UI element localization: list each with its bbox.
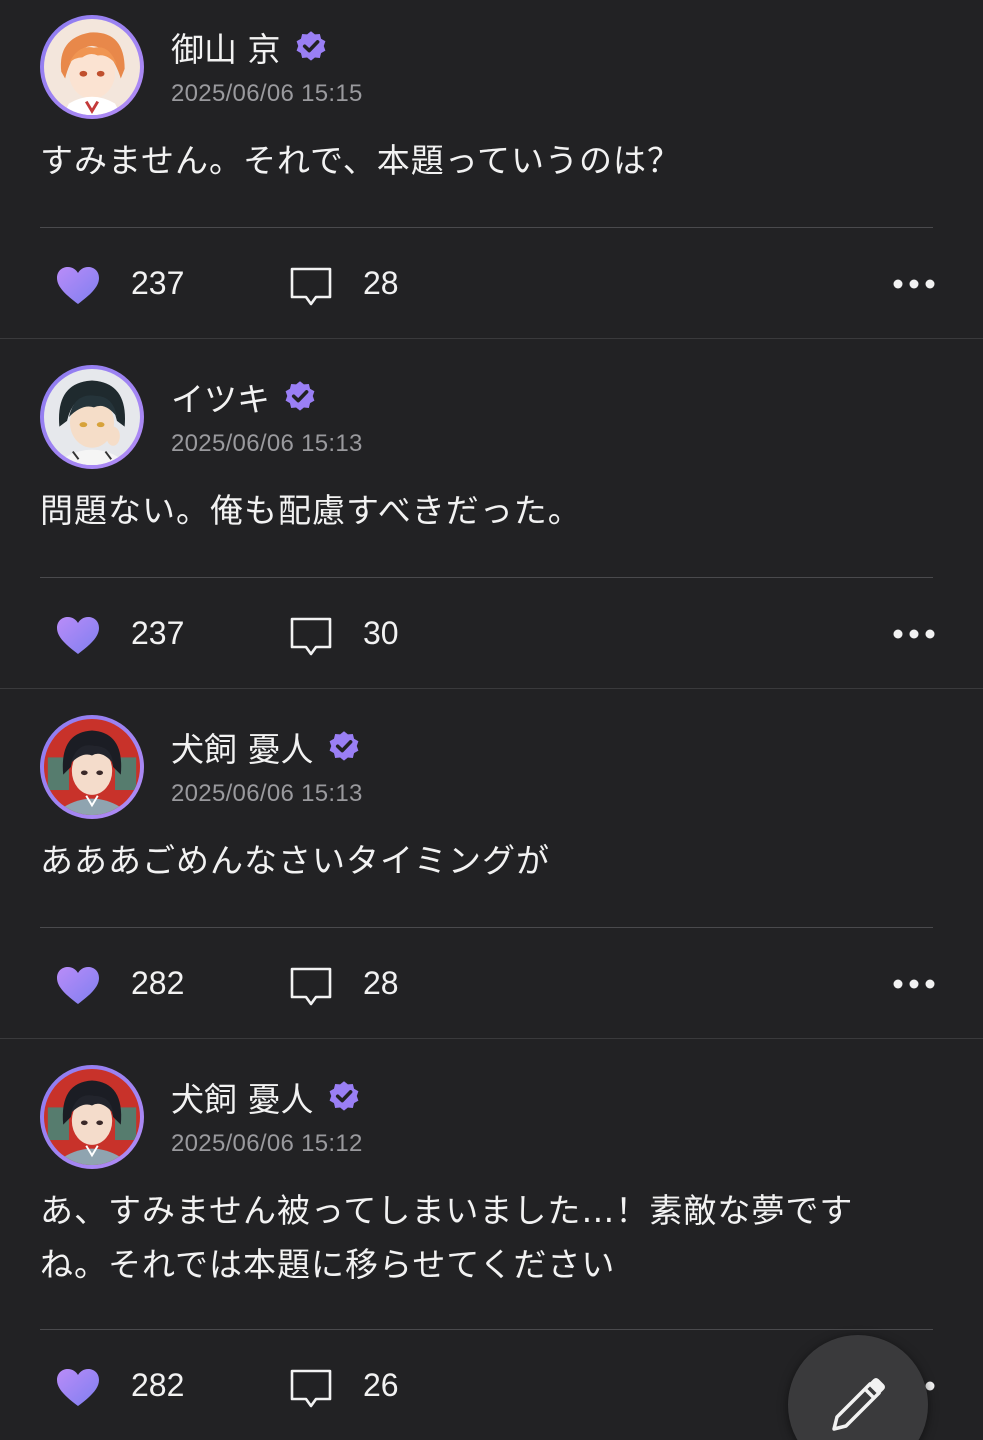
heart-icon[interactable]	[56, 616, 100, 656]
post-timestamp: 2025/06/06 15:13	[171, 780, 363, 807]
orange-hair-character-avatar-icon	[44, 19, 140, 115]
dark-hair-character-avatar-icon	[44, 369, 140, 465]
red-background-character-avatar-icon	[44, 719, 140, 815]
verified-badge-icon	[329, 1081, 358, 1111]
post-body: あああごめんなさいタイミングが	[40, 834, 940, 888]
comment-count: 30	[363, 615, 399, 651]
divider	[40, 927, 933, 928]
like-count: 282	[131, 1367, 185, 1403]
post-card: 御山 京 2025/06/06 15:15 すみません。それで、本題っていうのは…	[0, 0, 983, 339]
avatar[interactable]	[40, 15, 144, 119]
divider	[40, 227, 933, 228]
comment-icon[interactable]	[289, 1368, 333, 1410]
like-count: 282	[131, 965, 185, 1001]
post-body-line: あああごめんなさいタイミングが	[40, 841, 550, 880]
post-body-line: ね。それでは本題に移らせてください	[40, 1245, 616, 1284]
post-actions: 237 30	[0, 604, 983, 664]
author-name[interactable]: 犬飼 憂人	[171, 723, 314, 771]
post-card: イツキ 2025/06/06 15:13 問題ない。俺も配慮すべきだった。 23…	[0, 350, 983, 689]
avatar[interactable]	[40, 1065, 144, 1169]
verified-badge-icon	[329, 731, 358, 761]
post-body-line: すみません。それで、本題っていうのは？	[40, 141, 682, 180]
avatar[interactable]	[40, 365, 144, 469]
red-background-character-avatar-icon	[44, 1069, 140, 1165]
post-feed: 御山 京 2025/06/06 15:15 すみません。それで、本題っていうのは…	[0, 0, 983, 1440]
comment-icon[interactable]	[289, 966, 333, 1008]
author-name[interactable]: イツキ	[171, 373, 270, 421]
pencil-icon	[832, 1378, 885, 1431]
post-card: 犬飼 憂人 2025/06/06 15:13 あああごめんなさいタイミングが 2…	[0, 700, 983, 1039]
verified-badge-icon	[285, 381, 315, 411]
post-actions: 237 28	[0, 254, 983, 314]
comment-icon[interactable]	[289, 616, 333, 658]
post-body-line: 問題ない。俺も配慮すべきだった。	[40, 491, 582, 530]
like-count: 237	[131, 265, 185, 301]
comment-count: 26	[363, 1367, 399, 1403]
author-name[interactable]: 犬飼 憂人	[171, 1073, 314, 1121]
heart-icon[interactable]	[56, 1368, 100, 1408]
post-body: あ、すみません被ってしまいました…！素敵な夢です ね。それでは本題に移らせてくだ…	[40, 1184, 940, 1292]
post-timestamp: 2025/06/06 15:12	[171, 1130, 363, 1157]
post-body: すみません。それで、本題っていうのは？	[40, 134, 940, 188]
heart-icon[interactable]	[56, 266, 100, 306]
comment-count: 28	[363, 965, 399, 1001]
heart-icon[interactable]	[56, 966, 100, 1006]
comment-icon[interactable]	[289, 266, 333, 308]
divider	[40, 1329, 933, 1330]
comment-count: 28	[363, 265, 399, 301]
post-actions: 282 28	[0, 954, 983, 1014]
divider	[40, 577, 933, 578]
author-name[interactable]: 御山 京	[171, 23, 281, 71]
like-count: 237	[131, 615, 185, 651]
more-options-icon[interactable]	[890, 622, 938, 646]
avatar[interactable]	[40, 715, 144, 819]
post-body: 問題ない。俺も配慮すべきだった。	[40, 484, 940, 538]
post-timestamp: 2025/06/06 15:13	[171, 430, 363, 457]
post-body-line: あ、すみません被ってしまいました…！素敵な夢です	[40, 1191, 854, 1230]
more-options-icon[interactable]	[890, 272, 938, 296]
post-timestamp: 2025/06/06 15:15	[171, 80, 363, 107]
more-options-icon[interactable]	[890, 972, 938, 996]
verified-badge-icon	[296, 31, 325, 61]
